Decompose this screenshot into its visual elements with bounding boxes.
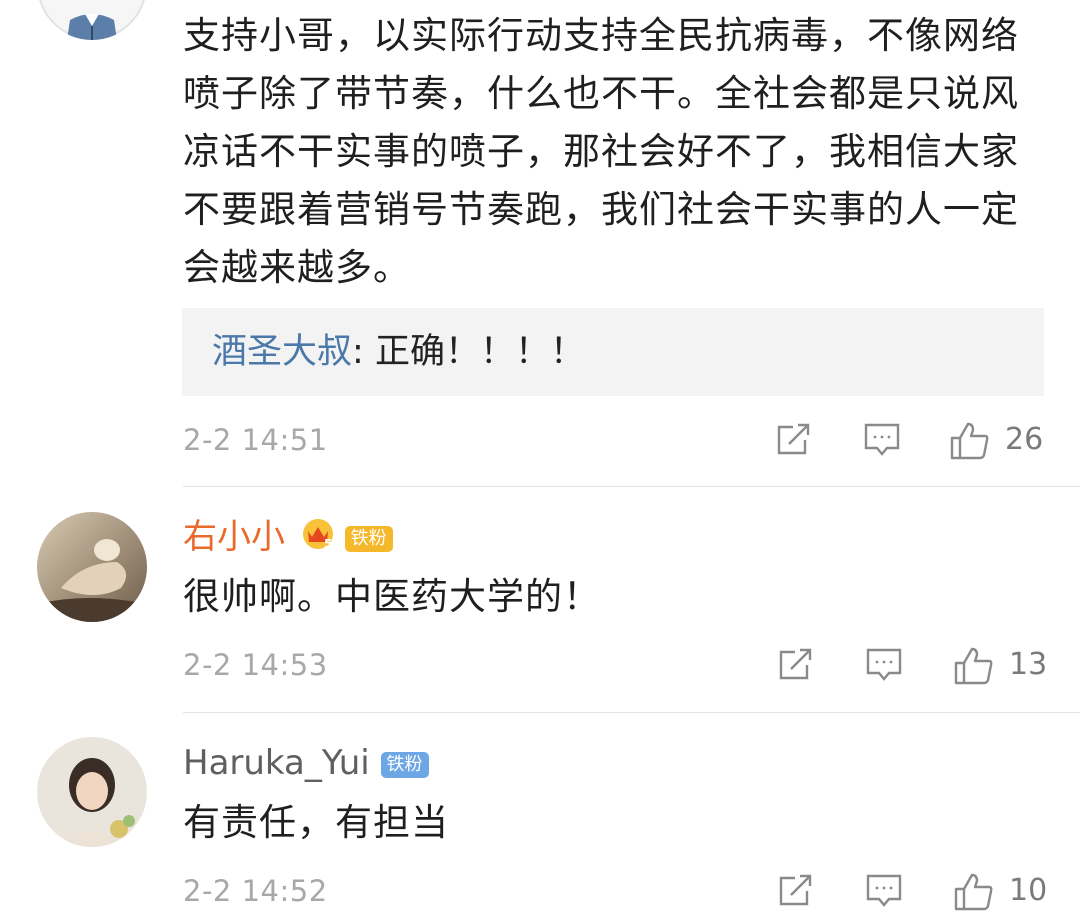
like-count: 10 (1009, 873, 1048, 908)
like-count: 26 (1005, 422, 1044, 457)
username-text[interactable]: 右小小 (183, 517, 285, 557)
share-icon[interactable] (777, 871, 815, 913)
share-icon[interactable] (775, 420, 813, 462)
comment-item: 支持小哥，以实际行动支持全民抗病毒，不像网络喷子除了带节奏，什么也不干。全社会都… (0, 0, 1080, 486)
comment-icon[interactable] (865, 645, 903, 689)
comment-text: 很帅啊。中医药大学的！ (183, 575, 601, 618)
reply-text: 正确！！！！ (374, 332, 585, 372)
reply-preview[interactable]: 酒圣大叔: 正确！！！！ (182, 308, 1044, 396)
avatar[interactable] (37, 512, 147, 622)
avatar[interactable] (37, 737, 147, 847)
comment-text: 支持小哥，以实际行动支持全民抗病毒，不像网络喷子除了带节奏，什么也不干。全社会都… (183, 14, 1019, 289)
timestamp: 2-2 14:52 (183, 874, 328, 908)
like-icon[interactable] (953, 645, 995, 691)
comment-meta: 2-2 14:51 26 (183, 417, 1045, 467)
username-text[interactable]: Haruka_Yui (183, 743, 370, 783)
comment-meta: 2-2 14:53 13 (183, 642, 1048, 692)
reply-username[interactable]: 酒圣大叔 (212, 332, 352, 372)
share-icon[interactable] (777, 645, 815, 687)
username[interactable]: Haruka_Yui 铁粉 (183, 742, 429, 784)
fan-badge: 铁粉 (380, 751, 429, 778)
fan-badge: 铁粉 (344, 525, 393, 552)
comment-icon[interactable] (863, 420, 901, 464)
avatar[interactable] (37, 0, 147, 40)
timestamp: 2-2 14:51 (183, 423, 328, 457)
vip-crown-badge[interactable]: 5 (302, 517, 334, 561)
comment-text: 有责任，有担当 (183, 801, 449, 844)
username[interactable]: 右小小 5 铁粉 (183, 516, 393, 561)
like-icon[interactable] (953, 871, 995, 917)
comment-item: 右小小 5 铁粉 很帅啊。中医药大学的！ 2-2 14:53 13 (0, 487, 1080, 712)
like-count: 13 (1009, 647, 1048, 682)
like-icon[interactable] (949, 420, 991, 466)
reply-separator: : (352, 332, 375, 372)
comment-item: Haruka_Yui 铁粉 有责任，有担当 2-2 14:52 10 (0, 713, 1080, 923)
timestamp: 2-2 14:53 (183, 648, 328, 682)
comment-icon[interactable] (865, 871, 903, 915)
comment-meta: 2-2 14:52 10 (183, 868, 1048, 918)
badge-level: 5 (324, 537, 332, 551)
